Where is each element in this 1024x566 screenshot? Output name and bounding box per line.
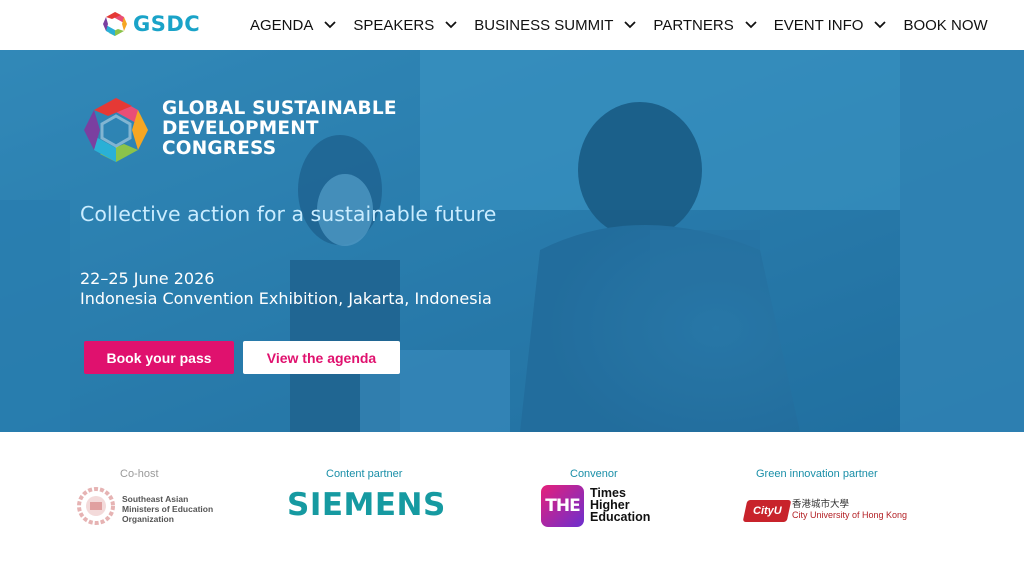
chevron-down-icon [745, 21, 757, 29]
seameo-line-2: Ministers of Education [122, 504, 214, 514]
chevron-down-icon [324, 21, 336, 29]
nav-book-now-label: BOOK NOW [903, 16, 988, 34]
cityu-line-2: City University of Hong Kong [792, 510, 908, 520]
gsdc-logo-icon [103, 12, 127, 36]
nav-business-summit[interactable]: BUSINESS SUMMIT [474, 17, 653, 34]
content-partner-label: Content partner [326, 468, 403, 480]
main-nav: AGENDA SPEAKERS BUSINESS SUMMIT PARTNERS… [250, 0, 988, 50]
chevron-down-icon [445, 21, 457, 29]
cityu-logo-badge[interactable]: CityU [742, 500, 792, 522]
cityu-name: 香港城市大學 City University of Hong Kong [792, 499, 908, 521]
site-header: GSDC AGENDA SPEAKERS BUSINESS SUMMIT PAR… [0, 0, 1024, 50]
seameo-line-1: Southeast Asian [122, 494, 189, 504]
chevron-down-icon [874, 21, 887, 29]
nav-speakers-label: SPEAKERS [353, 16, 435, 34]
siemens-logo[interactable]: SIEMENS [287, 487, 446, 523]
congress-title: GLOBAL SUSTAINABLE DEVELOPMENT CONGRESS [162, 99, 397, 159]
title-line-3: CONGRESS [162, 138, 277, 159]
nav-partners[interactable]: PARTNERS [653, 17, 773, 34]
the-badge-text: THE [545, 496, 580, 516]
title-line-1: GLOBAL SUSTAINABLE [162, 98, 397, 119]
book-your-pass-button[interactable]: Book your pass [84, 341, 234, 374]
hero-overlay [0, 50, 1024, 432]
convenor-label: Convenor [570, 468, 618, 480]
event-venue: Indonesia Convention Exhibition, Jakarta… [80, 289, 492, 308]
event-date: 22–25 June 2026 [80, 269, 215, 288]
cityu-line-1: 香港城市大學 [792, 499, 850, 510]
green-partner-label: Green innovation partner [756, 468, 878, 480]
nav-event-info-label: EVENT INFO [773, 16, 864, 34]
logo-text: GSDC [133, 12, 201, 36]
gsdc-logo[interactable]: GSDC [102, 11, 200, 37]
view-agenda-button[interactable]: View the agenda [243, 341, 400, 374]
chevron-down-icon [624, 21, 637, 29]
title-line-2: DEVELOPMENT [162, 118, 319, 139]
hero-tagline: Collective action for a sustainable futu… [80, 202, 497, 226]
the-name: Times Higher Education [590, 487, 651, 524]
the-logo-badge[interactable]: THE [541, 485, 584, 527]
seameo-logo[interactable] [76, 484, 116, 528]
cityu-badge-text: CityU [752, 505, 782, 517]
nav-book-now[interactable]: BOOK NOW [903, 17, 987, 34]
nav-agenda[interactable]: AGENDA [250, 17, 353, 34]
nav-partners-label: PARTNERS [653, 16, 734, 34]
hero-section: GLOBAL SUSTAINABLE DEVELOPMENT CONGRESS … [0, 50, 1024, 432]
nav-business-summit-label: BUSINESS SUMMIT [474, 16, 614, 34]
cohost-label: Co-host [120, 468, 159, 480]
nav-agenda-label: AGENDA [250, 16, 314, 34]
seameo-line-3: Organization [122, 514, 174, 524]
the-line-3: Education [590, 510, 651, 524]
congress-logo-icon [84, 98, 148, 162]
nav-event-info[interactable]: EVENT INFO [774, 17, 904, 34]
seameo-name: Southeast Asian Ministers of Education O… [122, 494, 213, 524]
nav-speakers[interactable]: SPEAKERS [353, 17, 474, 34]
